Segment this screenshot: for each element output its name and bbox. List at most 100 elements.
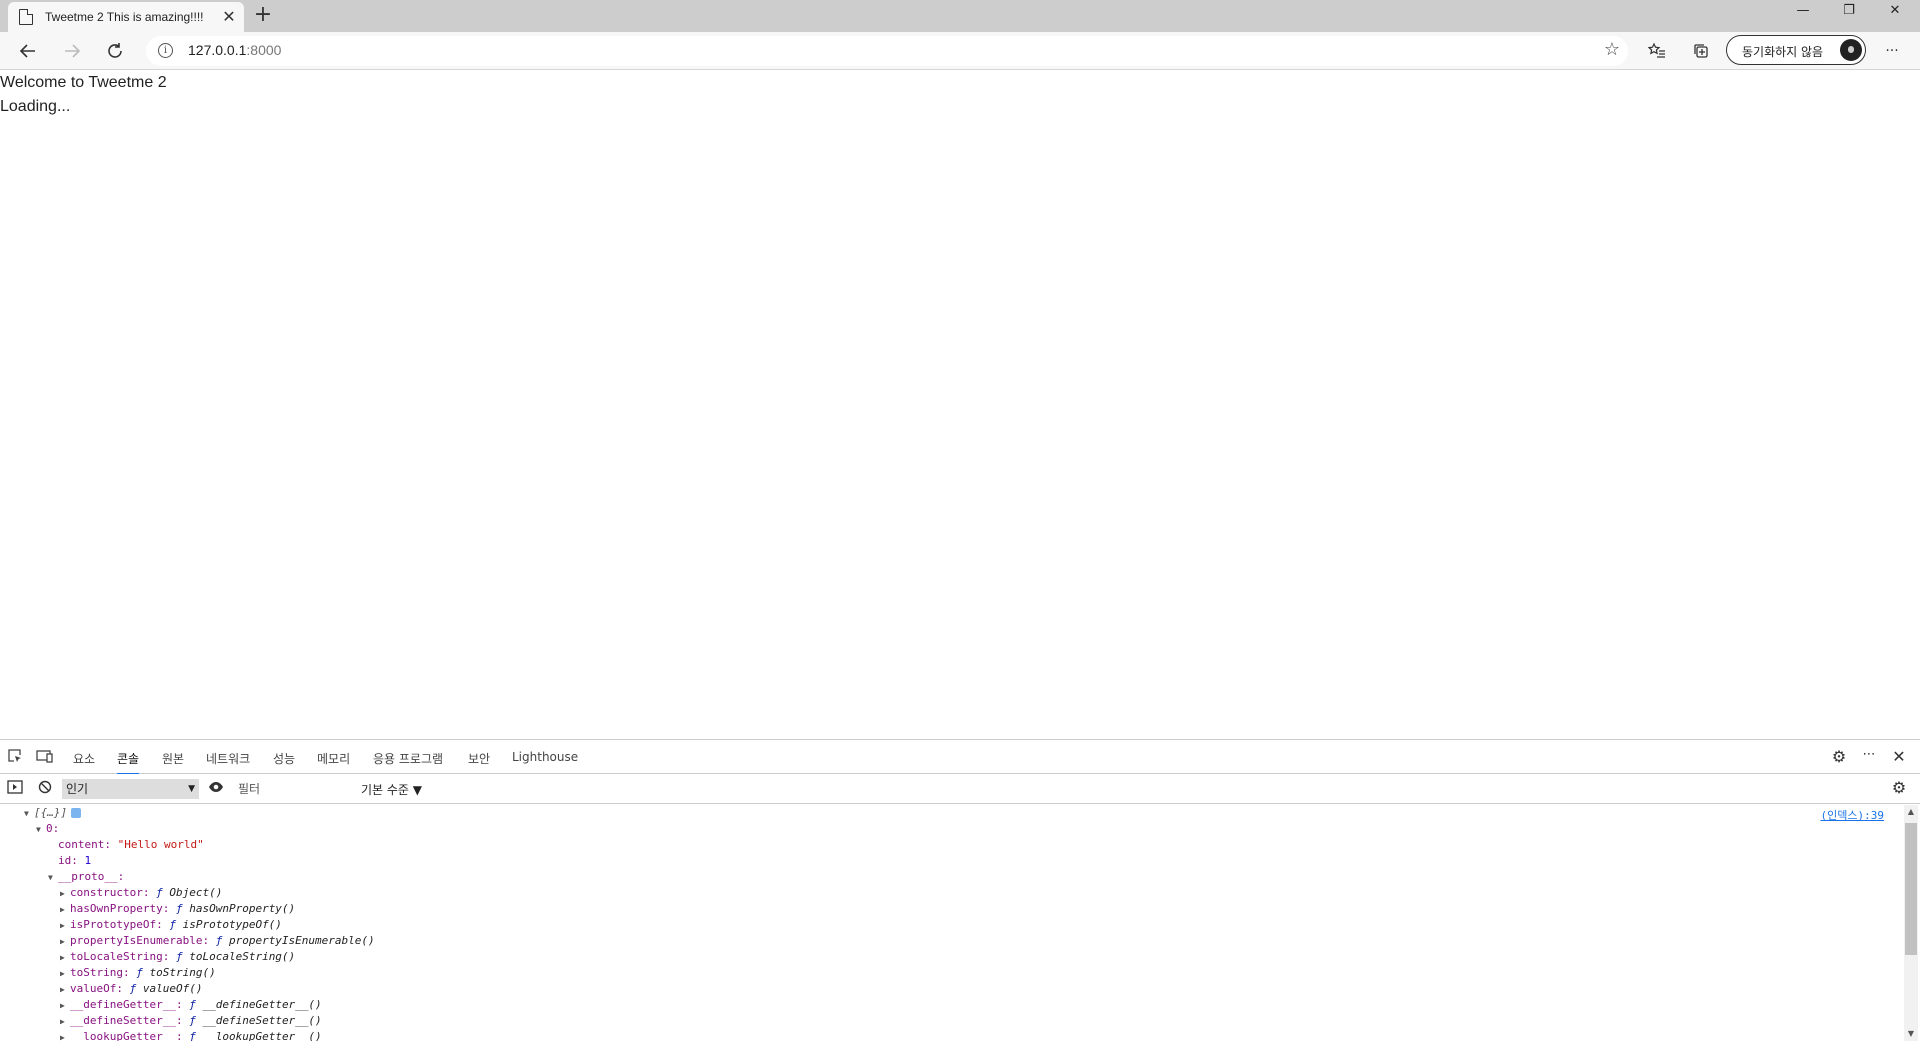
tab-console[interactable]: 콘솔 bbox=[117, 750, 140, 775]
sync-profile-button[interactable]: 동기화하지 않음 bbox=[1726, 35, 1866, 65]
function-signature: __defineGetter__() bbox=[202, 998, 322, 1011]
filter-input[interactable] bbox=[232, 778, 354, 800]
tab-memory[interactable]: 메모리 bbox=[317, 750, 350, 767]
avatar bbox=[1840, 39, 1862, 61]
browser-tab[interactable]: Tweetme 2 This is amazing!!!! ✕ bbox=[8, 2, 244, 32]
tab-elements[interactable]: 요소 bbox=[73, 750, 95, 767]
id-value: 1 bbox=[84, 854, 92, 867]
site-info-icon[interactable]: i bbox=[158, 43, 173, 58]
close-window-button[interactable]: ✕ bbox=[1872, 0, 1918, 24]
function-signature: __defineSetter__() bbox=[202, 1014, 322, 1027]
sync-label: 동기화하지 않음 bbox=[1742, 45, 1824, 59]
address-port: :8000 bbox=[246, 42, 282, 58]
new-tab-button[interactable]: + bbox=[252, 4, 274, 27]
proto-property[interactable]: ▶ propertyIsEnumerable: ƒ propertyIsEnume… bbox=[60, 933, 375, 949]
property-key: toString: bbox=[70, 966, 130, 979]
clear-console-icon[interactable] bbox=[36, 780, 54, 798]
tab-lighthouse[interactable]: Lighthouse bbox=[512, 750, 578, 764]
back-button[interactable] bbox=[14, 37, 42, 65]
log-entry-root[interactable]: ▼ [{…}] bbox=[24, 805, 82, 821]
console-scrollbar[interactable]: ▲ ▼ bbox=[1904, 805, 1918, 1041]
tab-application[interactable]: 응용 프로그램 bbox=[373, 750, 443, 767]
inspect-element-icon[interactable] bbox=[6, 748, 24, 766]
expand-triangle-icon: ▼ bbox=[48, 873, 53, 882]
tab-close-icon[interactable]: ✕ bbox=[220, 8, 238, 26]
live-expression-eye-icon[interactable] bbox=[207, 780, 225, 798]
info-icon bbox=[71, 808, 82, 818]
tab-security[interactable]: 보안 bbox=[468, 750, 490, 767]
minimize-button[interactable]: — bbox=[1780, 0, 1826, 24]
property-key: constructor: bbox=[70, 886, 150, 899]
devtools-settings-icon[interactable]: ⚙ bbox=[1829, 747, 1849, 766]
proto-property[interactable]: ▶ __defineSetter__: ƒ __defineSetter__() bbox=[60, 1013, 322, 1029]
expand-triangle-icon: ▶ bbox=[60, 969, 65, 978]
content-value: "Hello world" bbox=[117, 838, 204, 851]
tree-item-content: content: "Hello world" bbox=[58, 837, 204, 853]
address-text: 127.0.0.1:8000 bbox=[188, 42, 281, 58]
settings-menu-button[interactable]: ··· bbox=[1878, 37, 1906, 65]
refresh-button[interactable] bbox=[101, 37, 129, 65]
devtools-close-icon[interactable]: ✕ bbox=[1889, 747, 1909, 766]
tree-item-proto[interactable]: ▼ __proto__: bbox=[48, 869, 124, 885]
context-value: 인기 bbox=[66, 782, 89, 796]
property-key: isPrototypeOf: bbox=[70, 918, 163, 931]
function-signature: hasOwnProperty() bbox=[189, 902, 296, 915]
tab-sources[interactable]: 원본 bbox=[162, 750, 184, 767]
property-key: propertyIsEnumerable: bbox=[70, 934, 210, 947]
collections-button[interactable] bbox=[1687, 37, 1715, 65]
proto-property[interactable]: ▶ __lookupGetter__: ƒ __lookupGetter__() bbox=[60, 1029, 322, 1041]
function-glyph: ƒ bbox=[129, 982, 137, 995]
favorites-button[interactable] bbox=[1643, 37, 1671, 65]
loading-text: Loading... bbox=[0, 98, 71, 115]
property-key: hasOwnProperty: bbox=[70, 902, 170, 915]
device-toolbar-icon[interactable] bbox=[36, 748, 54, 766]
proto-property[interactable]: ▶ toLocaleString: ƒ toLocaleString() bbox=[60, 949, 295, 965]
log-levels-dropdown[interactable]: 기본 수준 ▼ bbox=[361, 781, 422, 798]
tab-network[interactable]: 네트워크 bbox=[206, 750, 250, 767]
context-select[interactable]: 인기 ▼ bbox=[62, 779, 199, 799]
browser-toolbar: i 127.0.0.1:8000 ☆ 동기화하지 않음 ··· bbox=[0, 32, 1920, 70]
back-arrow-icon bbox=[19, 44, 35, 58]
tree-item-0[interactable]: ▼ 0: bbox=[36, 821, 59, 837]
address-bar[interactable]: i 127.0.0.1:8000 ☆ bbox=[146, 36, 1628, 66]
proto-property[interactable]: ▶ hasOwnProperty: ƒ hasOwnProperty() bbox=[60, 901, 295, 917]
forward-button[interactable] bbox=[58, 37, 86, 65]
content-key: content: bbox=[58, 838, 111, 851]
page-icon bbox=[19, 9, 33, 25]
function-glyph: ƒ bbox=[189, 1030, 196, 1041]
expand-triangle-icon: ▶ bbox=[60, 953, 65, 962]
scroll-up-icon[interactable]: ▲ bbox=[1904, 805, 1918, 819]
favorite-star-icon[interactable]: ☆ bbox=[1604, 39, 1620, 60]
scroll-thumb[interactable] bbox=[1905, 823, 1917, 955]
proto-property[interactable]: ▶ constructor: ƒ Object() bbox=[60, 885, 222, 901]
forward-arrow-icon bbox=[65, 44, 81, 58]
proto-property[interactable]: ▶ isPrototypeOf: ƒ isPrototypeOf() bbox=[60, 917, 282, 933]
function-signature: propertyIsEnumerable() bbox=[228, 934, 375, 947]
proto-property[interactable]: ▶ valueOf: ƒ valueOf() bbox=[60, 981, 202, 997]
property-key: toLocaleString: bbox=[70, 950, 170, 963]
function-signature: toLocaleString() bbox=[189, 950, 296, 963]
devtools-more-icon[interactable]: ⋯ bbox=[1859, 747, 1879, 762]
property-key: __lookupGetter__: bbox=[70, 1030, 183, 1041]
tab-performance[interactable]: 성능 bbox=[273, 750, 295, 767]
array-preview: [{…}] bbox=[34, 806, 68, 819]
index-key: 0: bbox=[46, 822, 60, 835]
refresh-icon bbox=[108, 43, 122, 58]
console-settings-icon[interactable]: ⚙ bbox=[1889, 778, 1909, 797]
function-signature: Object() bbox=[169, 886, 223, 899]
function-glyph: ƒ bbox=[175, 950, 183, 963]
show-sidebar-icon[interactable] bbox=[6, 780, 24, 798]
property-key: __defineGetter__: bbox=[70, 998, 183, 1011]
expand-triangle-icon: ▼ bbox=[36, 825, 41, 834]
function-signature: __lookupGetter__() bbox=[202, 1030, 322, 1041]
tree-item-id: id: 1 bbox=[58, 853, 91, 869]
restore-button[interactable]: ❐ bbox=[1826, 0, 1872, 24]
proto-property[interactable]: ▶ toString: ƒ toString() bbox=[60, 965, 216, 981]
id-key: id: bbox=[58, 854, 78, 867]
source-link[interactable]: (인덱스):39 bbox=[1821, 807, 1884, 823]
proto-property[interactable]: ▶ __defineGetter__: ƒ __defineGetter__() bbox=[60, 997, 322, 1013]
function-glyph: ƒ bbox=[175, 902, 183, 915]
property-key: valueOf: bbox=[70, 982, 123, 995]
scroll-down-icon[interactable]: ▼ bbox=[1904, 1027, 1918, 1041]
title-bar: Tweetme 2 This is amazing!!!! ✕ + — ❐ ✕ bbox=[0, 0, 1920, 32]
